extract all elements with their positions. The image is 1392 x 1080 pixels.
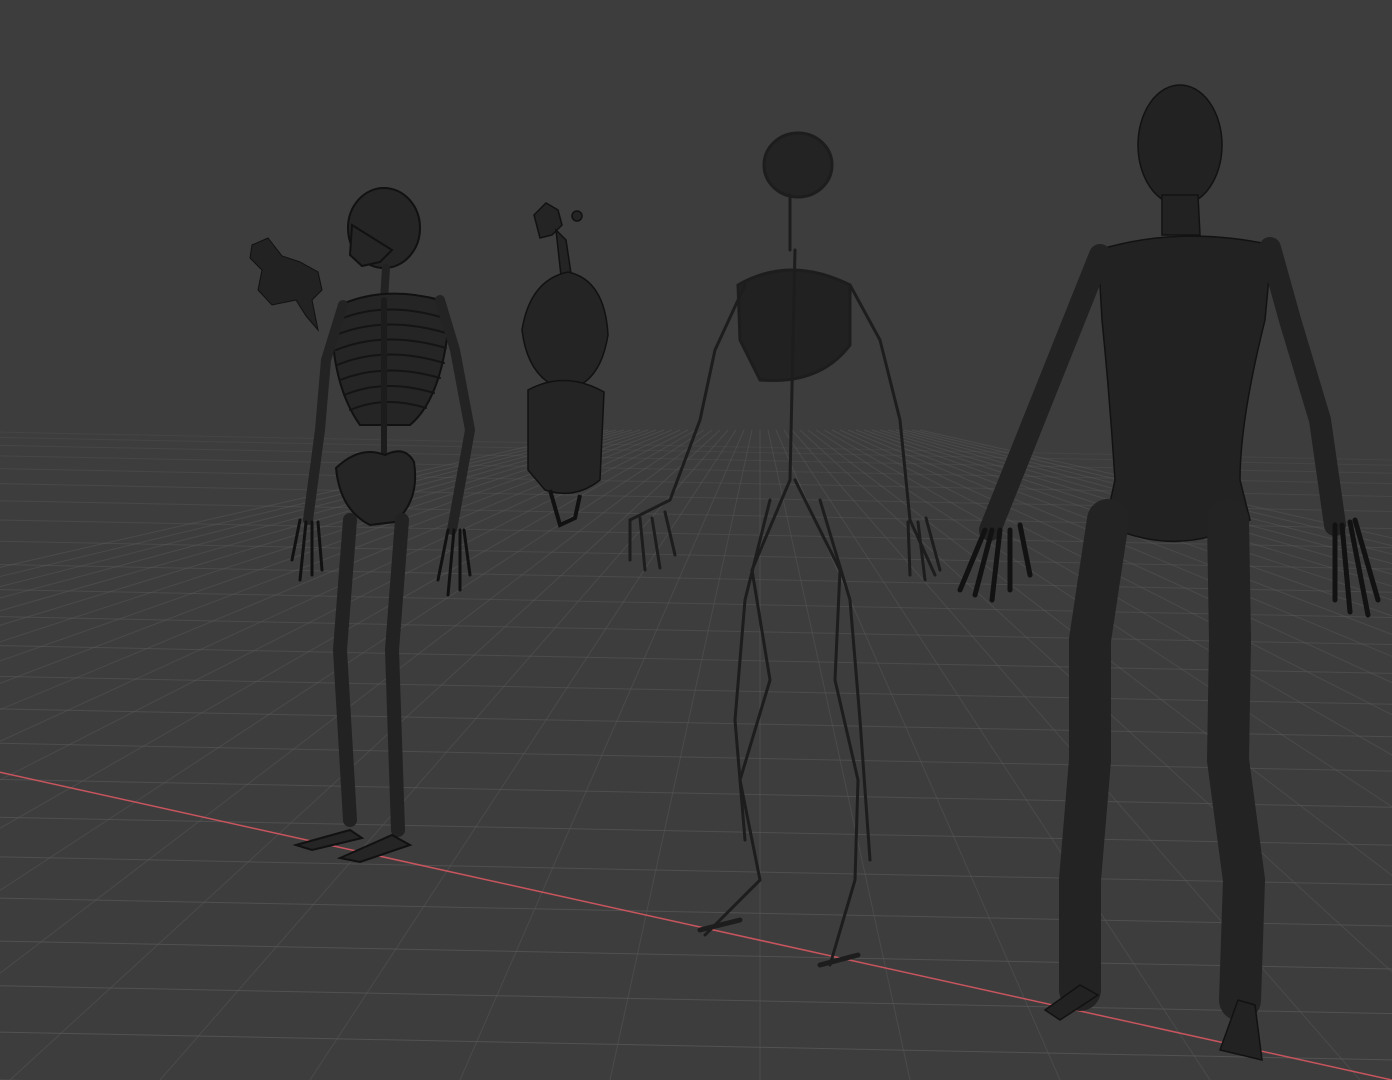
- grid-line: [0, 429, 657, 662]
- grid-line: [0, 429, 649, 643]
- grid-line: [0, 816, 1392, 846]
- grid-line: [459, 429, 745, 1080]
- grid-line: [0, 708, 1392, 738]
- grid-line: [0, 429, 633, 612]
- x-axis-line: [0, 771, 1392, 1080]
- grid-line: [0, 563, 1392, 593]
- grid-line: [0, 675, 1392, 705]
- circulatory-model[interactable]: [628, 131, 942, 968]
- grid-line: [159, 429, 729, 1080]
- grid-line: [0, 1031, 1392, 1061]
- grid-line: [0, 429, 641, 626]
- grid-line: [0, 742, 1392, 772]
- grid-line: [0, 940, 1392, 970]
- grid-line: [767, 429, 911, 1080]
- skull-fragment[interactable]: [249, 237, 323, 332]
- grid-line: [0, 985, 1392, 1015]
- 3d-viewport[interactable]: [0, 0, 1392, 1080]
- grid-line: [0, 645, 1392, 674]
- grid-line: [0, 856, 1392, 886]
- grid-line: [0, 429, 617, 588]
- grid-line: [0, 897, 1392, 927]
- grid-line: [0, 616, 1392, 646]
- grid-line: [0, 778, 1392, 808]
- organs-model[interactable]: [521, 202, 609, 528]
- muscle-body-model[interactable]: [957, 84, 1381, 1061]
- viewport-canvas[interactable]: [0, 0, 1392, 1080]
